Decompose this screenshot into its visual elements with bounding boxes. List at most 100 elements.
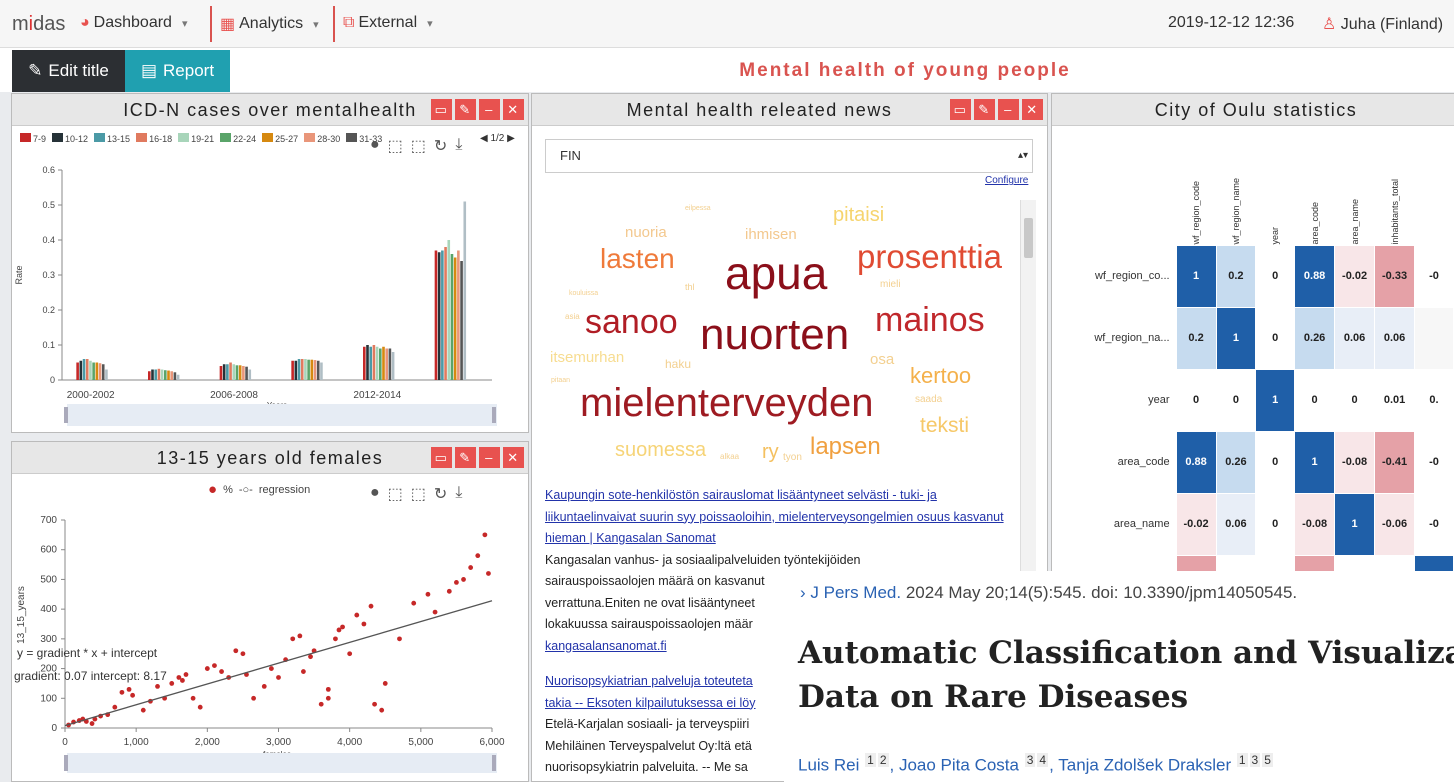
edit-icon[interactable]: ✎ bbox=[455, 99, 476, 120]
heatmap-cell[interactable]: 0.2 bbox=[1175, 306, 1217, 370]
affiliation-marker[interactable]: 4 bbox=[1037, 753, 1049, 767]
edit-icon[interactable]: ✎ bbox=[455, 447, 476, 468]
heatmap-cell[interactable]: -0 bbox=[1414, 244, 1454, 308]
heatmap-cell[interactable]: 0 bbox=[1255, 244, 1296, 308]
zoom-icon[interactable]: ⬚ bbox=[411, 484, 426, 504]
news-source-link[interactable]: kangasalansanomat.fi bbox=[545, 639, 667, 653]
legend-item[interactable]: 13-15 bbox=[94, 133, 130, 144]
word-cloud-term[interactable]: kertoo bbox=[910, 365, 971, 387]
user-menu[interactable]: ♙ Juha (Finland) bbox=[1322, 14, 1443, 34]
heatmap-cell[interactable] bbox=[1414, 306, 1454, 370]
comment-icon[interactable]: ▭ bbox=[950, 99, 971, 120]
heatmap-cell[interactable]: -0.33 bbox=[1374, 244, 1416, 308]
word-cloud-term[interactable]: lapsen bbox=[810, 435, 881, 459]
heatmap-cell[interactable]: -0.02 bbox=[1334, 244, 1376, 308]
word-cloud-term[interactable]: alkaa bbox=[720, 453, 739, 461]
word-cloud-term[interactable]: mainos bbox=[875, 303, 985, 337]
heatmap-cell[interactable]: 1 bbox=[1334, 492, 1376, 556]
word-cloud-term[interactable]: teksti bbox=[920, 415, 969, 436]
news-link[interactable]: Nuorisopsykiatrian palveluja toteuteta bbox=[545, 674, 753, 688]
author-link[interactable]: Luis Rei bbox=[798, 756, 864, 775]
heatmap-cell[interactable]: -0.41 bbox=[1374, 430, 1416, 494]
language-select[interactable]: FIN ▴▾ bbox=[545, 139, 1033, 173]
word-cloud-term[interactable]: apua bbox=[725, 250, 827, 296]
legend-item[interactable]: 28-30 bbox=[304, 133, 340, 144]
word-cloud-term[interactable]: sanoo bbox=[585, 305, 678, 339]
affiliation-marker[interactable]: 1 bbox=[1236, 753, 1248, 767]
edit-icon[interactable]: ✎ bbox=[974, 99, 995, 120]
word-cloud-term[interactable]: itsemurhan bbox=[550, 350, 624, 365]
word-cloud-term[interactable]: pitaan bbox=[551, 377, 570, 384]
legend-item[interactable]: 16-18 bbox=[136, 133, 172, 144]
word-cloud-term[interactable]: saada bbox=[915, 395, 942, 405]
minimize-icon[interactable]: – bbox=[479, 99, 500, 120]
close-icon[interactable]: ✕ bbox=[1022, 99, 1043, 120]
word-cloud-term[interactable]: thl bbox=[685, 283, 695, 292]
heatmap-cell[interactable]: -0.02 bbox=[1175, 492, 1217, 556]
legend-item[interactable]: 22-24 bbox=[220, 133, 256, 144]
heatmap-cell[interactable]: 0 bbox=[1255, 306, 1296, 370]
heatmap-cell[interactable]: -0.08 bbox=[1294, 492, 1336, 556]
heatmap-cell[interactable]: 0.26 bbox=[1294, 306, 1336, 370]
heatmap-cell[interactable]: 1 bbox=[1175, 244, 1217, 308]
word-cloud-term[interactable]: haku bbox=[665, 358, 691, 370]
reset-icon[interactable]: ↻ bbox=[434, 484, 447, 504]
heatmap-cell[interactable]: 0 bbox=[1215, 368, 1257, 432]
heatmap-cell[interactable]: 0 bbox=[1294, 368, 1336, 432]
heatmap-cell[interactable]: 0.2 bbox=[1215, 244, 1257, 308]
legend-item[interactable]: 19-21 bbox=[178, 133, 214, 144]
heatmap-cell[interactable]: 0 bbox=[1334, 368, 1376, 432]
comment-icon[interactable]: ▭ bbox=[431, 99, 452, 120]
select-icon[interactable]: ⬚ bbox=[388, 484, 403, 504]
comment-icon[interactable]: ▭ bbox=[431, 447, 452, 468]
close-icon[interactable]: ✕ bbox=[503, 447, 524, 468]
word-cloud-term[interactable]: prosenttia bbox=[857, 240, 1002, 273]
legend-pager[interactable]: ◀ 1/2 ▶ bbox=[480, 133, 515, 144]
word-cloud-term[interactable]: eilpessa bbox=[685, 205, 711, 212]
affiliation-marker[interactable]: 3 bbox=[1249, 753, 1261, 767]
journal-link[interactable]: J Pers Med. bbox=[810, 583, 901, 602]
nav-analytics[interactable]: ▦ Analytics ▾ bbox=[220, 14, 319, 34]
word-cloud-term[interactable]: suomessa bbox=[615, 440, 706, 460]
heatmap-cell[interactable]: -0 bbox=[1414, 492, 1454, 556]
close-icon[interactable]: ✕ bbox=[503, 99, 524, 120]
word-cloud-term[interactable]: pitaisi bbox=[833, 205, 884, 225]
nav-dashboard[interactable]: ◕ Dashboard ▾ bbox=[80, 14, 187, 32]
word-cloud-term[interactable]: ry bbox=[762, 442, 779, 462]
word-cloud-term[interactable]: mielenterveyden bbox=[580, 383, 874, 423]
news-link[interactable]: takia -- Eksoten kilpailutuksessa ei löy bbox=[545, 696, 756, 710]
news-link[interactable]: Kaupungin sote-henkilöstön sairauslomat … bbox=[545, 488, 1004, 545]
affiliation-marker[interactable]: 1 bbox=[865, 753, 876, 767]
report-button[interactable]: ▤ Report bbox=[125, 50, 230, 92]
word-cloud-term[interactable]: osa bbox=[870, 352, 894, 367]
edit-title-button[interactable]: ✎ Edit title bbox=[12, 50, 125, 92]
word-cloud-term[interactable]: lasten bbox=[600, 245, 675, 273]
word-cloud-term[interactable]: nuorten bbox=[700, 313, 849, 357]
app-logo[interactable]: midas bbox=[12, 13, 65, 36]
word-cloud-term[interactable]: nuoria bbox=[625, 225, 667, 240]
minimize-icon[interactable]: – bbox=[998, 99, 1019, 120]
legend-item[interactable]: 25-27 bbox=[262, 133, 298, 144]
heatmap-cell[interactable]: 0.06 bbox=[1334, 306, 1376, 370]
minimize-icon[interactable]: – bbox=[479, 447, 500, 468]
heatmap-cell[interactable]: 0.26 bbox=[1215, 430, 1257, 494]
info-icon[interactable]: ● bbox=[370, 484, 380, 504]
heatmap-cell[interactable]: -0.08 bbox=[1334, 430, 1376, 494]
heatmap-cell[interactable]: 1 bbox=[1294, 430, 1336, 494]
heatmap-cell[interactable]: 0 bbox=[1255, 492, 1296, 556]
download-icon[interactable]: ⤓ bbox=[455, 484, 462, 504]
heatmap-cell[interactable]: 0 bbox=[1175, 368, 1217, 432]
heatmap-cell[interactable]: -0 bbox=[1414, 430, 1454, 494]
heatmap-cell[interactable]: 0.88 bbox=[1294, 244, 1336, 308]
affiliation-marker[interactable]: 2 bbox=[877, 753, 889, 767]
word-cloud-term[interactable]: mieli bbox=[880, 280, 901, 290]
heatmap-cell[interactable]: 0 bbox=[1255, 430, 1296, 494]
heatmap-cell[interactable]: 1 bbox=[1255, 368, 1296, 432]
heatmap-cell[interactable]: 1 bbox=[1215, 306, 1257, 370]
legend-item[interactable]: 10-12 bbox=[52, 133, 88, 144]
heatmap-cell[interactable]: 0.88 bbox=[1175, 430, 1217, 494]
heatmap-cell[interactable]: -0.06 bbox=[1374, 492, 1416, 556]
configure-link[interactable]: Configure bbox=[985, 175, 1028, 186]
author-link[interactable]: Joao Pita Costa bbox=[899, 756, 1024, 775]
word-cloud-term[interactable]: ihmisen bbox=[745, 227, 797, 242]
